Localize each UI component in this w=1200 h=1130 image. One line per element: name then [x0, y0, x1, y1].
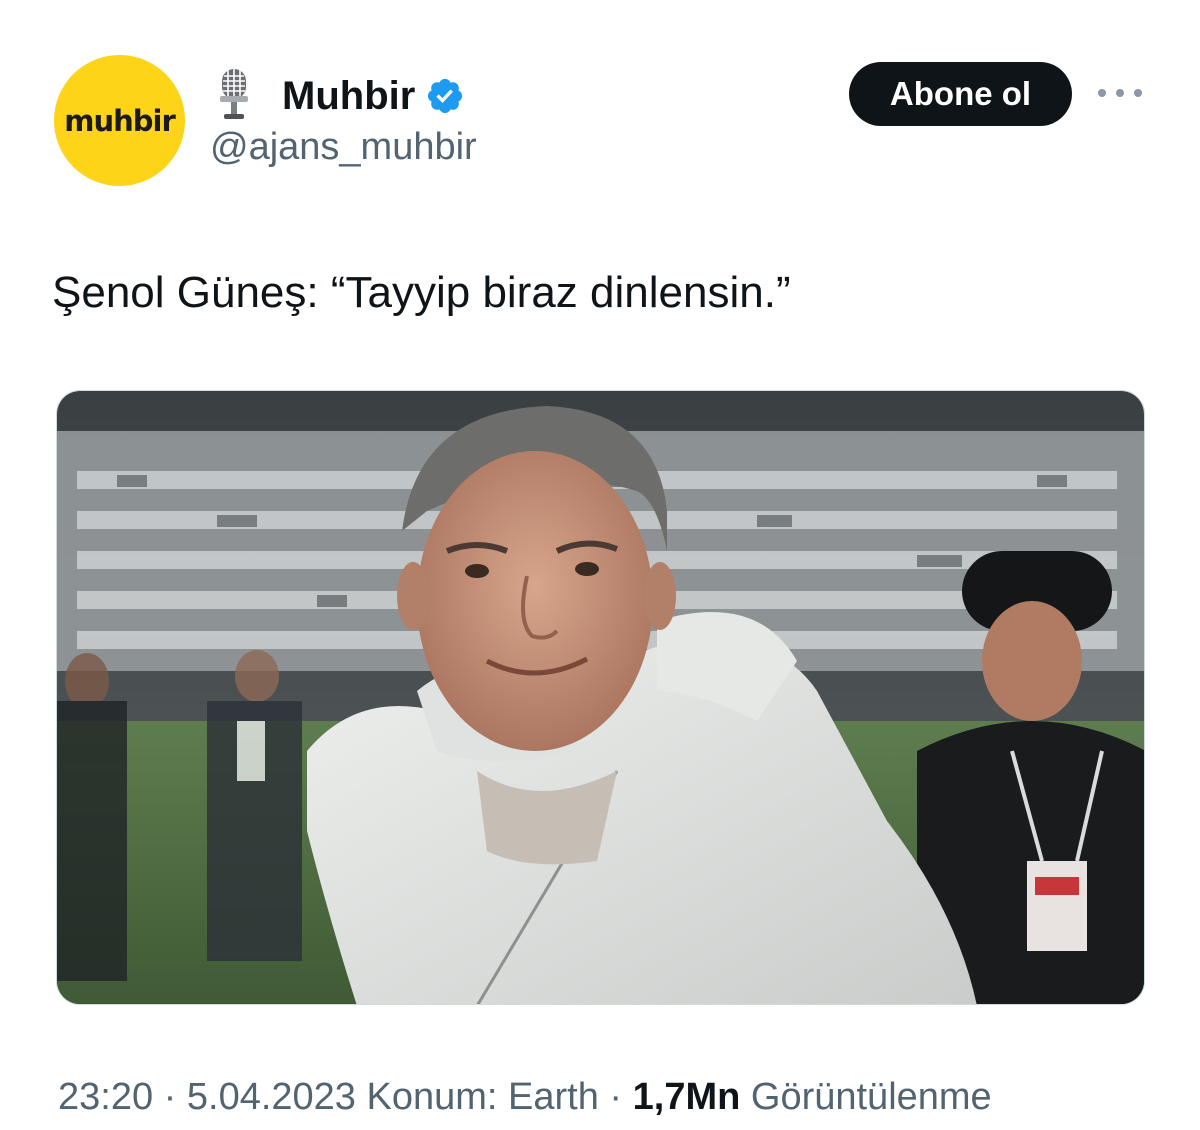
- tweet-meta: 23:20 · 5.04.2023 Konum: Earth · 1,7Mn G…: [58, 1076, 992, 1119]
- tweet-photo[interactable]: [56, 390, 1145, 1005]
- display-name[interactable]: Muhbir: [282, 74, 415, 119]
- subscribe-button[interactable]: Abone ol: [849, 62, 1072, 126]
- microphone-icon: [220, 69, 248, 119]
- author-handle[interactable]: @ajans_muhbir: [210, 126, 477, 169]
- more-options-icon[interactable]: [1098, 78, 1142, 108]
- tweet-location: Konum: Earth: [355, 1076, 599, 1118]
- tweet-time[interactable]: 23:20: [58, 1076, 153, 1118]
- avatar-logo-text: muhbir: [64, 103, 176, 138]
- views-label: Görüntülenme: [740, 1076, 992, 1118]
- tweet-date[interactable]: 5.04.2023: [187, 1076, 356, 1118]
- meta-separator: ·: [153, 1076, 187, 1118]
- author-name-row[interactable]: Muhbir: [212, 66, 465, 126]
- verified-badge-icon[interactable]: [425, 76, 465, 116]
- avatar[interactable]: muhbir: [54, 55, 185, 186]
- tweet-text: Şenol Güneş: “Tayyip biraz dinlensin.”: [52, 268, 791, 317]
- views-count[interactable]: 1,7Mn: [633, 1076, 741, 1118]
- photo-illustration: [57, 391, 1144, 1004]
- meta-separator: ·: [598, 1076, 633, 1118]
